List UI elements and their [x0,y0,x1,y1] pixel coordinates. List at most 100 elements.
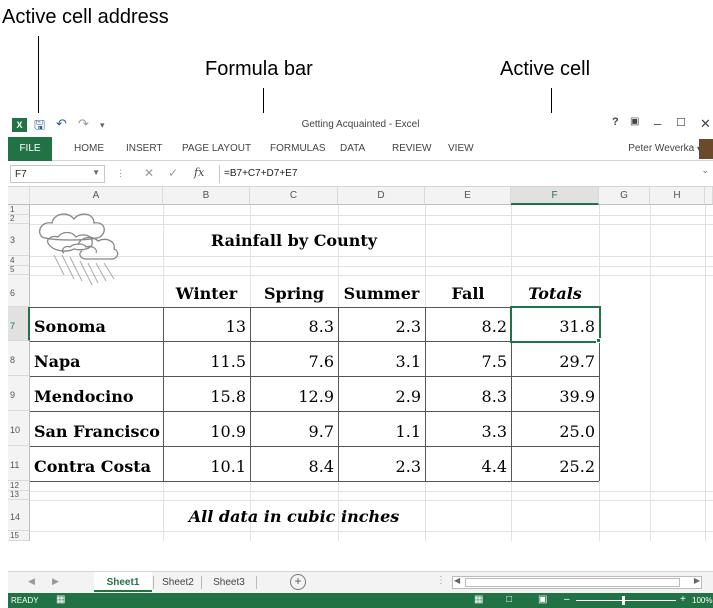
help-icon[interactable]: ? [612,116,619,128]
col-header-e[interactable]: E [425,187,511,205]
row-header-5[interactable]: 5 [8,266,30,275]
value-cell[interactable]: 12.9 [250,387,334,406]
worksheet-grid[interactable]: A B C D E F G H 1 2 3 4 5 6 7 8 9 10 11 … [8,187,713,571]
tab-insert[interactable]: INSERT [126,143,163,154]
col-header-g[interactable]: G [599,187,650,205]
zoom-in-icon[interactable]: + [680,594,686,605]
county-cell[interactable]: Napa [34,352,81,371]
expand-formula-bar-icon[interactable]: ⌄ [701,165,709,176]
total-cell[interactable]: 25.2 [511,457,595,476]
scrollbar-thumb[interactable] [465,578,680,587]
insert-function-icon[interactable]: fx [194,166,204,179]
value-cell[interactable]: 7.5 [425,352,507,371]
row-header-8[interactable]: 8 [8,341,30,376]
header-fall[interactable]: Fall [425,284,511,303]
tab-view[interactable]: VIEW [448,143,474,154]
zoom-level[interactable]: 100% [692,596,712,605]
tab-data[interactable]: DATA [340,143,365,154]
tab-scroll-right-icon[interactable]: ▶ [52,576,59,587]
tab-scroll-left-icon[interactable]: ◀ [28,576,35,587]
scroll-right-icon[interactable]: ▶ [694,576,700,585]
value-cell[interactable]: 8.2 [425,317,507,336]
zoom-slider-thumb[interactable] [622,596,625,605]
col-header-f[interactable]: F [511,187,599,205]
row-header-7[interactable]: 7 [8,307,30,341]
col-header-a[interactable]: A [30,187,163,205]
ribbon-display-icon[interactable]: ▣ [630,116,639,127]
row-header-10[interactable]: 10 [8,411,30,446]
total-cell[interactable]: 25.0 [511,422,595,441]
tab-page-layout[interactable]: PAGE LAYOUT [182,143,251,154]
value-cell[interactable]: 13 [163,317,246,336]
header-winter[interactable]: Winter [163,284,250,303]
county-cell[interactable]: San Francisco [34,422,160,441]
row-header-6[interactable]: 6 [8,275,30,307]
scroll-left-icon[interactable]: ◀ [454,576,460,585]
header-totals[interactable]: Totals [511,284,599,303]
value-cell[interactable]: 8.4 [250,457,334,476]
macro-record-icon[interactable]: ▦ [56,594,65,605]
row-header-2[interactable]: 2 [8,215,30,224]
zoom-out-icon[interactable]: – [564,594,570,605]
value-cell[interactable]: 4.4 [425,457,507,476]
value-cell[interactable]: 11.5 [163,352,246,371]
county-cell[interactable]: Sonoma [34,317,106,336]
col-header-d[interactable]: D [338,187,425,205]
total-cell[interactable]: 39.9 [511,387,595,406]
zoom-slider[interactable] [576,600,676,601]
close-icon[interactable]: ✕ [700,116,711,132]
value-cell[interactable]: 2.3 [338,317,421,336]
value-cell[interactable]: 8.3 [250,317,334,336]
page-layout-view-icon[interactable]: □ [506,594,512,605]
value-cell[interactable]: 9.7 [250,422,334,441]
row-header-13[interactable]: 13 [8,491,30,500]
minimize-icon[interactable]: – [654,116,661,131]
new-sheet-button[interactable]: + [290,574,306,590]
value-cell[interactable]: 3.3 [425,422,507,441]
sheet-tab-sheet3[interactable]: Sheet3 [204,572,254,592]
sheet-title[interactable]: Rainfall by County [163,231,425,250]
col-header-c[interactable]: C [250,187,338,205]
tab-formulas[interactable]: FORMULAS [270,143,326,154]
total-cell[interactable]: 29.7 [511,352,595,371]
county-cell[interactable]: Contra Costa [34,457,151,476]
col-header-b[interactable]: B [163,187,250,205]
value-cell[interactable]: 10.9 [163,422,246,441]
header-spring[interactable]: Spring [250,284,338,303]
horizontal-scrollbar[interactable]: ◀ ▶ [452,576,702,589]
row-header-14[interactable]: 14 [8,500,30,531]
fill-handle[interactable] [596,338,601,343]
value-cell[interactable]: 15.8 [163,387,246,406]
value-cell[interactable]: 10.1 [163,457,246,476]
enter-icon[interactable]: ✓ [168,166,178,180]
active-cell-selection[interactable] [510,306,601,343]
col-header-h[interactable]: H [650,187,705,205]
maximize-icon[interactable]: ☐ [676,116,686,129]
select-all-corner[interactable] [8,187,30,205]
user-account[interactable]: Peter Weverka ▾ [628,143,701,154]
tab-review[interactable]: REVIEW [392,143,431,154]
name-box[interactable]: F7 ▼ [10,165,105,183]
avatar[interactable] [699,139,713,159]
row-header-15[interactable]: 15 [8,531,30,541]
row-header-11[interactable]: 11 [8,446,30,481]
tab-file[interactable]: FILE [8,137,52,161]
footnote[interactable]: All data in cubic inches [163,507,425,526]
tab-home[interactable]: HOME [74,143,104,154]
row-header-3[interactable]: 3 [8,224,30,256]
sheet-tab-sheet2[interactable]: Sheet2 [156,572,200,592]
chevron-down-icon[interactable]: ▼ [92,168,100,177]
value-cell[interactable]: 2.3 [338,457,421,476]
county-cell[interactable]: Mendocino [34,387,134,406]
value-cell[interactable]: 2.9 [338,387,421,406]
value-cell[interactable]: 8.3 [425,387,507,406]
value-cell[interactable]: 3.1 [338,352,421,371]
cancel-icon[interactable]: ✕ [144,166,154,180]
sheet-tab-sheet1[interactable]: Sheet1 [94,572,152,592]
value-cell[interactable]: 7.6 [250,352,334,371]
split-handle-icon[interactable]: ⋮ [436,575,446,586]
normal-view-icon[interactable]: ▦ [474,594,483,605]
value-cell[interactable]: 1.1 [338,422,421,441]
page-break-view-icon[interactable]: ▣ [538,594,547,605]
row-header-9[interactable]: 9 [8,376,30,411]
